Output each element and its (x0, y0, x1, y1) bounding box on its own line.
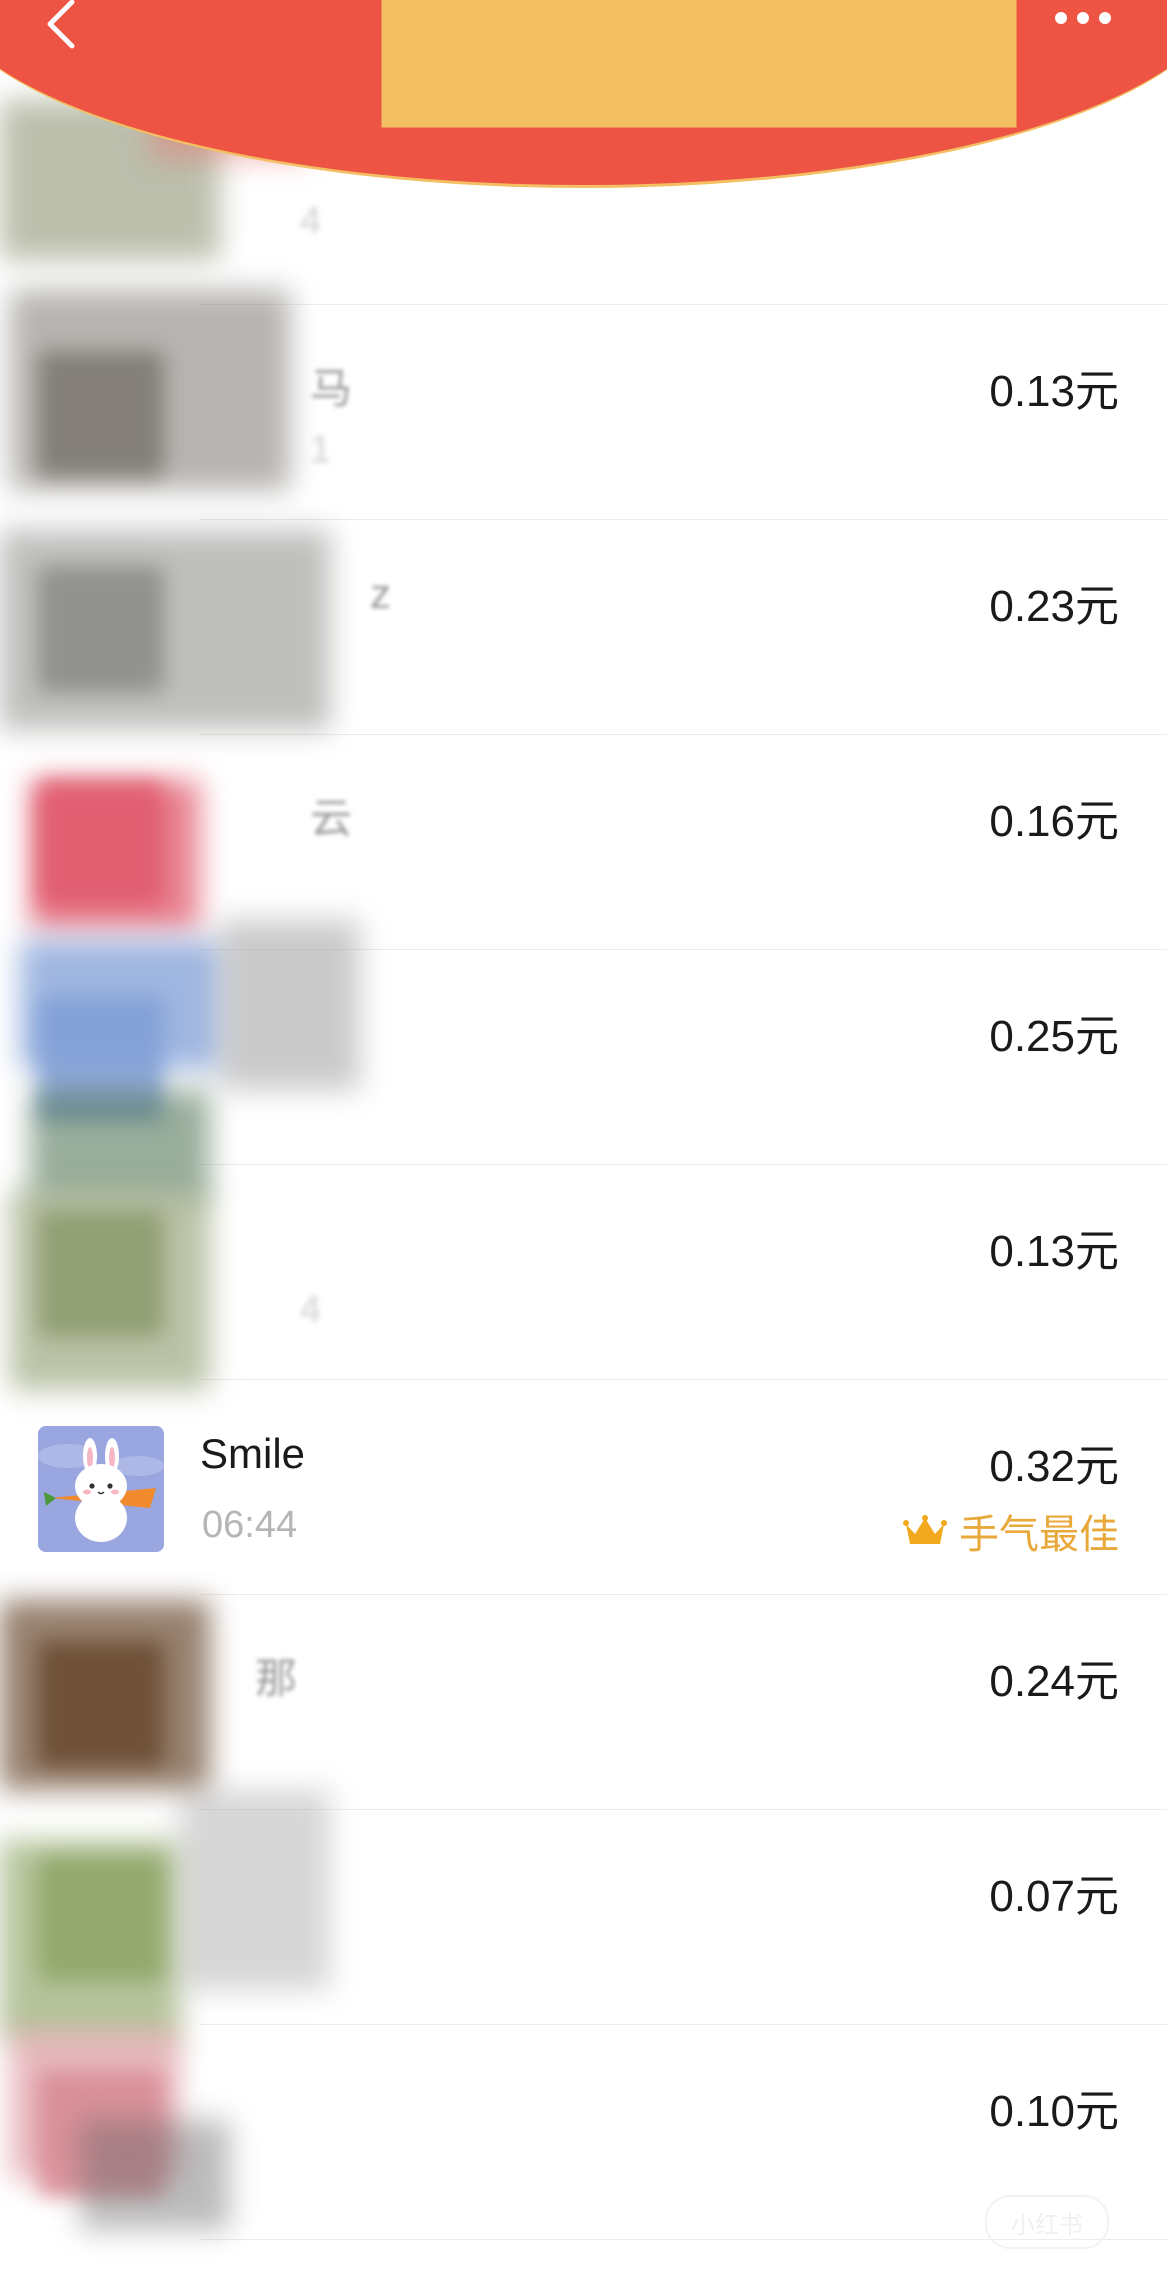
avatar (38, 1426, 164, 1552)
avatar (38, 351, 164, 477)
member-name: 云 (310, 795, 353, 842)
claimed-amount: 0.07元 (989, 1872, 1119, 1921)
avatar (38, 566, 164, 692)
claimed-amount: 0.24元 (989, 1657, 1119, 1706)
claimed-amount: 0.13元 (989, 1227, 1119, 1276)
member-name: 那 (255, 1655, 298, 1702)
avatar (38, 2071, 164, 2197)
claimed-amount: 0.25元 (989, 1012, 1119, 1061)
more-options-button[interactable] (1027, 0, 1137, 46)
claimed-amount: 0.16元 (989, 797, 1119, 846)
list-item[interactable]: 0.07元 (0, 1810, 1167, 2025)
best-luck-badge: 手气最佳 (903, 1502, 1119, 1560)
avatar (38, 1211, 164, 1337)
list-item[interactable]: Smile 06:44 0.32元 手气最佳 (0, 1380, 1167, 1595)
claimed-amount: 0.13元 (989, 367, 1119, 416)
list-item[interactable]: 4 0.13元 (0, 1165, 1167, 1380)
watermark: 小红书 (985, 2195, 1109, 2249)
list-item[interactable]: 云 0.16元 (0, 735, 1167, 950)
bunny-avatar-icon (38, 1426, 164, 1552)
red-packet-detail-page: 4 马 1 0.13元 z 0.23元 云 0.16元 0.25元 4 0.13… (0, 0, 1167, 2277)
list-item[interactable]: z 0.23元 (0, 520, 1167, 735)
claimed-amount: 0.32元 (989, 1442, 1119, 1491)
avatar (38, 1641, 164, 1767)
avatar (38, 781, 164, 907)
claimed-amount: 0.10元 (989, 2087, 1119, 2136)
best-luck-label: 手气最佳 (959, 1513, 1119, 1557)
claim-time: 4 (300, 200, 322, 242)
claim-time: 06:44 (202, 1504, 298, 1546)
claimed-amount: 0.23元 (989, 582, 1119, 631)
ellipsis-icon (1055, 12, 1111, 24)
member-name: z (370, 570, 391, 617)
member-name: Smile (200, 1430, 306, 1477)
crown-icon (903, 1515, 947, 1544)
list-item[interactable]: 马 1 0.13元 (0, 305, 1167, 520)
list-item[interactable]: 0.25元 (0, 950, 1167, 1165)
claim-time: 1 (310, 429, 332, 471)
back-button[interactable] (30, 0, 100, 64)
claim-time: 4 (300, 1289, 322, 1331)
member-name: 马 (310, 365, 353, 412)
list-item[interactable]: 那 0.24元 (0, 1595, 1167, 1810)
avatar (38, 996, 164, 1122)
chevron-left-icon (47, 0, 75, 49)
avatar (38, 1856, 164, 1982)
